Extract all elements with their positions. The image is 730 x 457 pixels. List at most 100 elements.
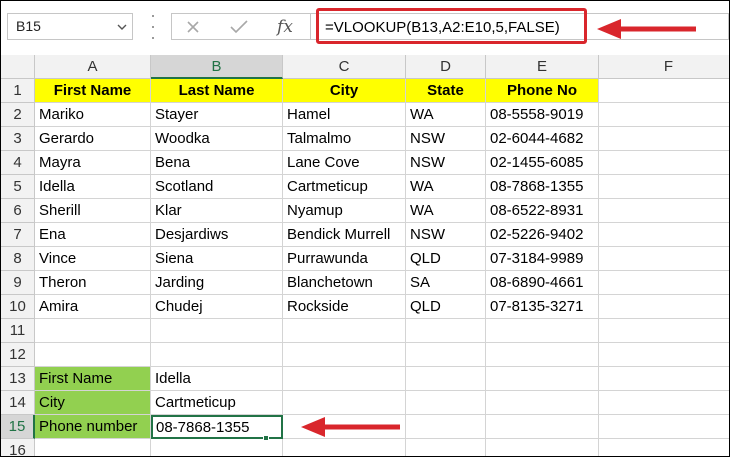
cell-d14[interactable] <box>406 391 486 415</box>
cell-c7[interactable]: Bendick Murrell <box>283 223 406 247</box>
column-header-a[interactable]: A <box>35 55 151 79</box>
insert-function-button[interactable]: fx <box>270 14 300 39</box>
cell-c1[interactable]: City <box>283 79 406 103</box>
cell-d6[interactable]: WA <box>406 199 486 223</box>
cell-b6[interactable]: Klar <box>151 199 283 223</box>
cell-a3[interactable]: Gerardo <box>35 127 151 151</box>
cell-f14[interactable] <box>599 391 729 415</box>
cell-b11[interactable] <box>151 319 283 343</box>
cell-d5[interactable]: WA <box>406 175 486 199</box>
cell-b9[interactable]: Jarding <box>151 271 283 295</box>
cell-e12[interactable] <box>486 343 599 367</box>
cell-e11[interactable] <box>486 319 599 343</box>
cell-e2[interactable]: 08-5558-9019 <box>486 103 599 127</box>
cell-e3[interactable]: 02-6044-4682 <box>486 127 599 151</box>
cell-a6[interactable]: Sherill <box>35 199 151 223</box>
cell-d13[interactable] <box>406 367 486 391</box>
row-header-12[interactable]: 12 <box>1 343 35 367</box>
cell-e1[interactable]: Phone No <box>486 79 599 103</box>
cell-e9[interactable]: 08-6890-4661 <box>486 271 599 295</box>
cell-f5[interactable] <box>599 175 729 199</box>
cell-d2[interactable]: WA <box>406 103 486 127</box>
cell-c10[interactable]: Rockside <box>283 295 406 319</box>
column-header-b[interactable]: B <box>151 55 283 79</box>
cell-c16[interactable] <box>283 439 406 456</box>
cell-a5[interactable]: Idella <box>35 175 151 199</box>
cell-b1[interactable]: Last Name <box>151 79 283 103</box>
cell-b8[interactable]: Siena <box>151 247 283 271</box>
cell-e10[interactable]: 07-8135-3271 <box>486 295 599 319</box>
row-header-16[interactable]: 16 <box>1 439 35 456</box>
cell-d8[interactable]: QLD <box>406 247 486 271</box>
name-box[interactable]: B15 <box>7 13 133 40</box>
row-header-6[interactable]: 6 <box>1 199 35 223</box>
row-header-4[interactable]: 4 <box>1 151 35 175</box>
cell-d7[interactable]: NSW <box>406 223 486 247</box>
cell-c12[interactable] <box>283 343 406 367</box>
cell-f2[interactable] <box>599 103 729 127</box>
cell-b10[interactable]: Chudej <box>151 295 283 319</box>
fill-handle[interactable] <box>263 435 269 441</box>
row-header-2[interactable]: 2 <box>1 103 35 127</box>
row-header-11[interactable]: 11 <box>1 319 35 343</box>
cell-c5[interactable]: Cartmeticup <box>283 175 406 199</box>
cell-c2[interactable]: Hamel <box>283 103 406 127</box>
cell-d12[interactable] <box>406 343 486 367</box>
cell-e8[interactable]: 07-3184-9989 <box>486 247 599 271</box>
cell-e13[interactable] <box>486 367 599 391</box>
cell-f4[interactable] <box>599 151 729 175</box>
cell-e14[interactable] <box>486 391 599 415</box>
cell-b12[interactable] <box>151 343 283 367</box>
cell-a10[interactable]: Amira <box>35 295 151 319</box>
cell-a7[interactable]: Ena <box>35 223 151 247</box>
cell-f10[interactable] <box>599 295 729 319</box>
cell-c13[interactable] <box>283 367 406 391</box>
cell-f8[interactable] <box>599 247 729 271</box>
cell-f6[interactable] <box>599 199 729 223</box>
row-header-15[interactable]: 15 <box>1 415 35 439</box>
cell-f11[interactable] <box>599 319 729 343</box>
cell-c8[interactable]: Purrawunda <box>283 247 406 271</box>
cell-f1[interactable] <box>599 79 729 103</box>
cell-a16[interactable] <box>35 439 151 456</box>
cell-e5[interactable]: 08-7868-1355 <box>486 175 599 199</box>
cell-d10[interactable]: QLD <box>406 295 486 319</box>
cell-c9[interactable]: Blanchetown <box>283 271 406 295</box>
cell-d1[interactable]: State <box>406 79 486 103</box>
cell-e4[interactable]: 02-1455-6085 <box>486 151 599 175</box>
row-header-13[interactable]: 13 <box>1 367 35 391</box>
column-header-d[interactable]: D <box>406 55 486 79</box>
cell-c6[interactable]: Nyamup <box>283 199 406 223</box>
row-header-9[interactable]: 9 <box>1 271 35 295</box>
check-icon[interactable] <box>224 14 254 39</box>
cell-d16[interactable] <box>406 439 486 456</box>
cell-f7[interactable] <box>599 223 729 247</box>
cell-f15[interactable] <box>599 415 729 439</box>
row-header-5[interactable]: 5 <box>1 175 35 199</box>
cell-d9[interactable]: SA <box>406 271 486 295</box>
cell-b4[interactable]: Bena <box>151 151 283 175</box>
column-header-e[interactable]: E <box>486 55 599 79</box>
cell-f9[interactable] <box>599 271 729 295</box>
cell-b16[interactable] <box>151 439 283 456</box>
cell-f12[interactable] <box>599 343 729 367</box>
column-header-c[interactable]: C <box>283 55 406 79</box>
cell-c4[interactable]: Lane Cove <box>283 151 406 175</box>
cell-e15[interactable] <box>486 415 599 439</box>
cell-f16[interactable] <box>599 439 729 456</box>
cell-d3[interactable]: NSW <box>406 127 486 151</box>
select-all-corner[interactable] <box>1 55 35 79</box>
cell-b5[interactable]: Scotland <box>151 175 283 199</box>
cell-b13[interactable]: Idella <box>151 367 283 391</box>
cell-a4[interactable]: Mayra <box>35 151 151 175</box>
cell-e16[interactable] <box>486 439 599 456</box>
cell-f3[interactable] <box>599 127 729 151</box>
close-icon[interactable] <box>178 14 208 39</box>
cell-a12[interactable] <box>35 343 151 367</box>
cell-a14[interactable]: City <box>35 391 151 415</box>
cell-b14[interactable]: Cartmeticup <box>151 391 283 415</box>
cell-c11[interactable] <box>283 319 406 343</box>
row-header-10[interactable]: 10 <box>1 295 35 319</box>
cell-a13[interactable]: First Name <box>35 367 151 391</box>
cell-f13[interactable] <box>599 367 729 391</box>
